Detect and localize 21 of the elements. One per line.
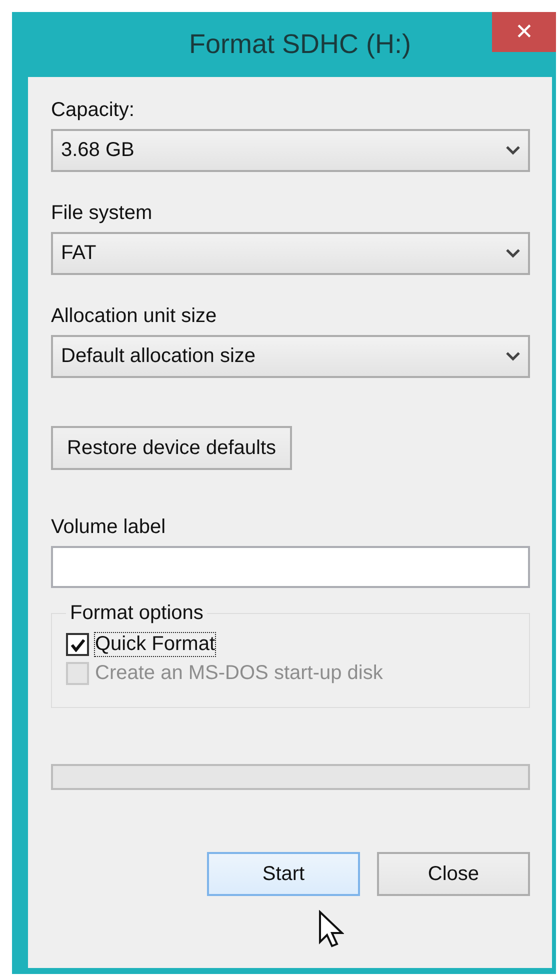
chevron-down-icon <box>506 146 520 155</box>
field-label: File system <box>51 202 154 225</box>
dropdown[interactable]: Default allocation size <box>51 335 530 378</box>
checkmark-icon <box>70 638 86 652</box>
cursor-icon <box>318 910 344 948</box>
dropdown[interactable]: 3.68 GB <box>51 129 530 172</box>
restore-defaults-button[interactable]: Restore device defaults <box>51 426 292 470</box>
checkbox[interactable] <box>66 633 89 656</box>
chevron-down-icon <box>506 249 520 258</box>
input-field[interactable] <box>51 546 530 588</box>
group-title: Format options <box>69 602 204 625</box>
dropdown[interactable]: FAT <box>51 232 530 275</box>
field-label: Capacity: <box>51 99 136 122</box>
close-button[interactable]: ✕ <box>492 12 556 52</box>
field-label: Allocation unit size <box>51 305 218 328</box>
window-title: Format SDHC (H:) <box>189 29 411 60</box>
chevron-down-icon <box>506 352 520 361</box>
dialog-button[interactable]: Start <box>207 852 360 896</box>
field-label: Volume label <box>51 516 167 539</box>
dialog-button[interactable]: Close <box>377 852 530 896</box>
checkbox-label[interactable]: Quick Format <box>95 633 216 656</box>
